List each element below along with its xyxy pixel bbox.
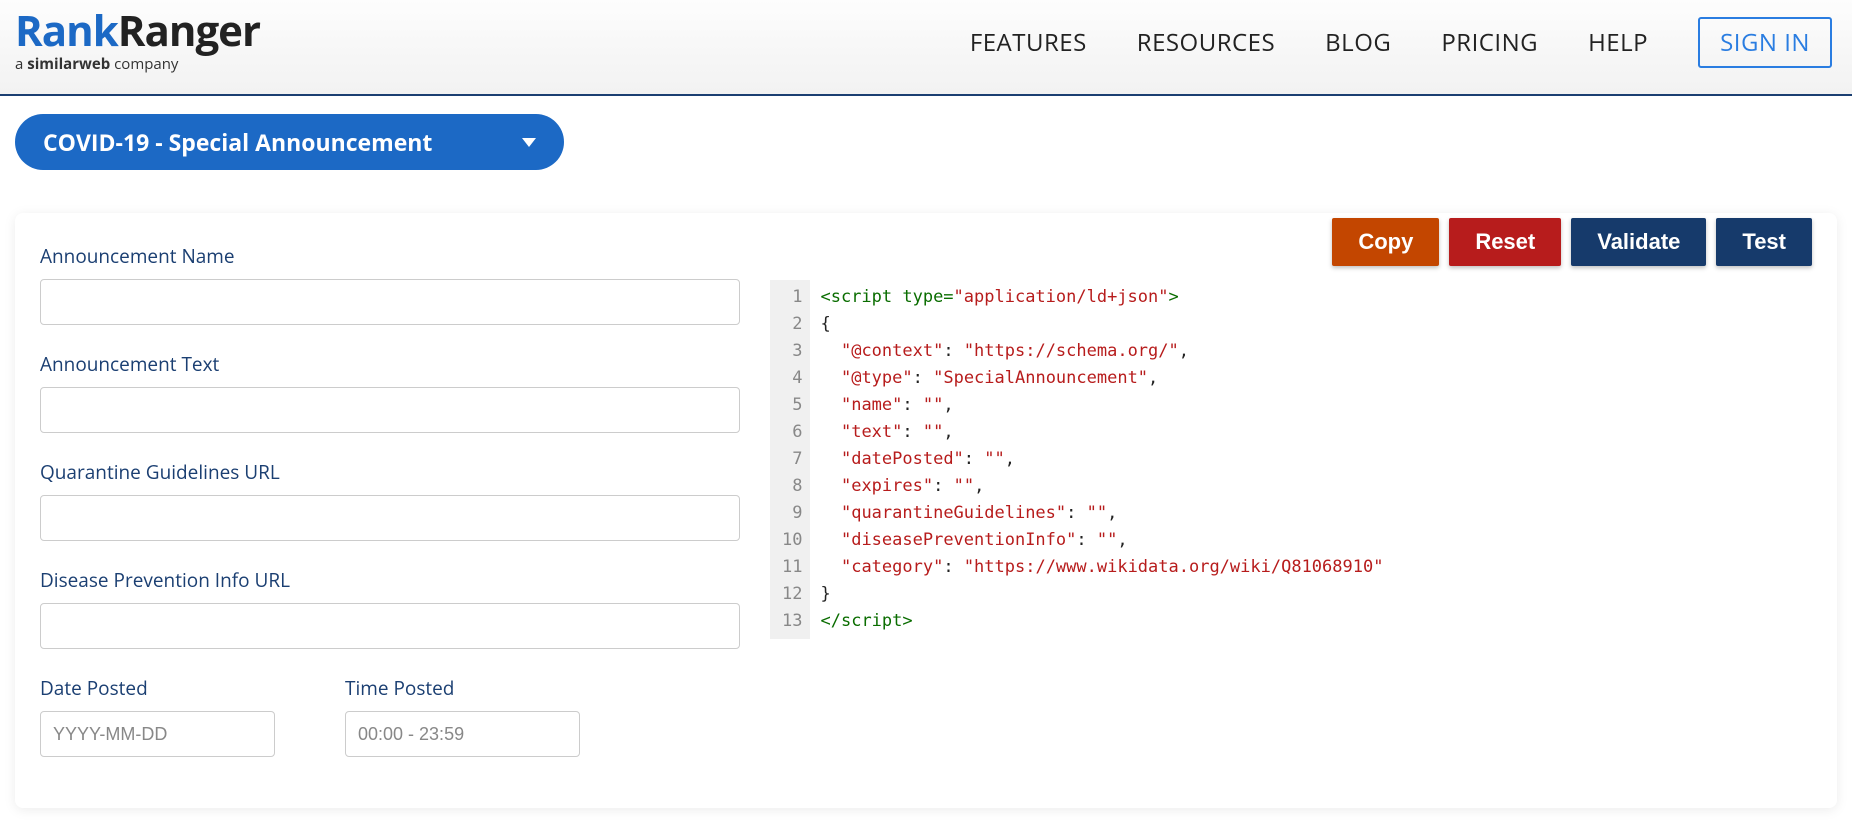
code-key: "category": [841, 557, 943, 577]
code-val: "https://www.wikidata.org/wiki/Q81068910…: [964, 557, 1384, 577]
line-num: 2: [782, 311, 802, 338]
line-num: 10: [782, 527, 802, 554]
code-key: "@context": [841, 341, 943, 361]
code-val: "": [1097, 530, 1117, 550]
schema-selector-row: COVID-19 - Special Announcement: [0, 96, 1852, 188]
input-quarantine-url[interactable]: [40, 495, 740, 541]
line-num: 6: [782, 419, 802, 446]
logo-part2: Ranger: [118, 2, 260, 59]
field-quarantine-url: Quarantine Guidelines URL: [40, 459, 740, 541]
code-val: "": [923, 422, 943, 442]
code-key: "name": [841, 395, 902, 415]
action-buttons: Copy Reset Validate Test: [770, 213, 1812, 280]
schema-selector-dropdown[interactable]: COVID-19 - Special Announcement: [15, 114, 564, 170]
input-disease-url[interactable]: [40, 603, 740, 649]
test-button[interactable]: Test: [1716, 218, 1812, 266]
code-tag: script: [841, 611, 902, 631]
schema-selector-label: COVID-19 - Special Announcement: [43, 126, 432, 158]
nav-pricing[interactable]: PRICING: [1441, 26, 1538, 59]
line-gutter: 1 2 3 4 5 6 7 8 9 10 11 12 13: [770, 280, 810, 639]
form-column: Announcement Name Announcement Text Quar…: [40, 213, 740, 783]
line-num: 9: [782, 500, 802, 527]
field-disease-url: Disease Prevention Info URL: [40, 567, 740, 649]
nav-features[interactable]: FEATURES: [970, 26, 1087, 59]
code-key: "text": [841, 422, 902, 442]
field-announcement-text: Announcement Text: [40, 351, 740, 433]
code-tag: <script type=: [820, 287, 953, 307]
label-announcement-text: Announcement Text: [40, 351, 740, 377]
code-key: "expires": [841, 476, 933, 496]
label-quarantine-url: Quarantine Guidelines URL: [40, 459, 740, 485]
code-body[interactable]: <script type="application/ld+json"> { "@…: [810, 280, 1812, 639]
line-num: 1: [782, 284, 802, 311]
logo-tag-b: similarweb: [27, 54, 110, 74]
line-num: 8: [782, 473, 802, 500]
code-tag: >: [902, 611, 912, 631]
logo-part1: Rank: [15, 2, 118, 59]
code-val: "": [1087, 503, 1107, 523]
code-val: "SpecialAnnouncement": [933, 368, 1148, 388]
label-disease-url: Disease Prevention Info URL: [40, 567, 740, 593]
copy-button[interactable]: Copy: [1332, 218, 1439, 266]
logo[interactable]: RankRanger a similarweb company: [15, 10, 260, 74]
validate-button[interactable]: Validate: [1571, 218, 1706, 266]
nav-blog[interactable]: BLOG: [1325, 26, 1391, 59]
label-announcement-name: Announcement Name: [40, 243, 740, 269]
nav-help[interactable]: HELP: [1588, 26, 1648, 59]
code-key: "diseasePreventionInfo": [841, 530, 1076, 550]
input-announcement-name[interactable]: [40, 279, 740, 325]
signin-button[interactable]: SIGN IN: [1698, 17, 1832, 68]
line-num: 3: [782, 338, 802, 365]
code-val: "": [984, 449, 1004, 469]
code-editor[interactable]: 1 2 3 4 5 6 7 8 9 10 11 12 13 <script ty…: [770, 280, 1812, 639]
logo-tagline: a similarweb company: [15, 54, 260, 74]
code-brace: }: [820, 584, 830, 604]
code-tag: </: [820, 611, 840, 631]
output-column: Copy Reset Validate Test 1 2 3 4 5 6 7 8…: [770, 213, 1812, 783]
label-time-posted: Time Posted: [345, 675, 580, 701]
label-date-posted: Date Posted: [40, 675, 275, 701]
input-announcement-text[interactable]: [40, 387, 740, 433]
logo-main: RankRanger: [15, 10, 260, 52]
field-announcement-name: Announcement Name: [40, 243, 740, 325]
date-time-row: Date Posted Time Posted: [40, 675, 740, 783]
line-num: 13: [782, 608, 802, 635]
field-date-posted: Date Posted: [40, 675, 275, 757]
line-num: 11: [782, 554, 802, 581]
code-val: "https://schema.org/": [964, 341, 1179, 361]
logo-tag-c: company: [110, 54, 178, 74]
code-val: "": [923, 395, 943, 415]
main-panel: Announcement Name Announcement Text Quar…: [15, 213, 1837, 808]
input-time-posted[interactable]: [345, 711, 580, 757]
code-key: "@type": [841, 368, 913, 388]
line-num: 4: [782, 365, 802, 392]
code-str: "application/ld+json": [954, 287, 1169, 307]
line-num: 5: [782, 392, 802, 419]
chevron-down-icon: [522, 138, 536, 147]
input-date-posted[interactable]: [40, 711, 275, 757]
reset-button[interactable]: Reset: [1449, 218, 1561, 266]
nav-resources[interactable]: RESOURCES: [1137, 26, 1275, 59]
code-key: "datePosted": [841, 449, 964, 469]
line-num: 12: [782, 581, 802, 608]
main-nav: FEATURES RESOURCES BLOG PRICING HELP SIG…: [970, 17, 1832, 68]
code-brace: {: [820, 314, 830, 334]
line-num: 7: [782, 446, 802, 473]
logo-tag-a: a: [15, 54, 27, 74]
code-key: "quarantineGuidelines": [841, 503, 1066, 523]
code-val: "": [954, 476, 974, 496]
field-time-posted: Time Posted: [345, 675, 580, 757]
header-bar: RankRanger a similarweb company FEATURES…: [0, 0, 1852, 96]
code-tag: >: [1168, 287, 1178, 307]
